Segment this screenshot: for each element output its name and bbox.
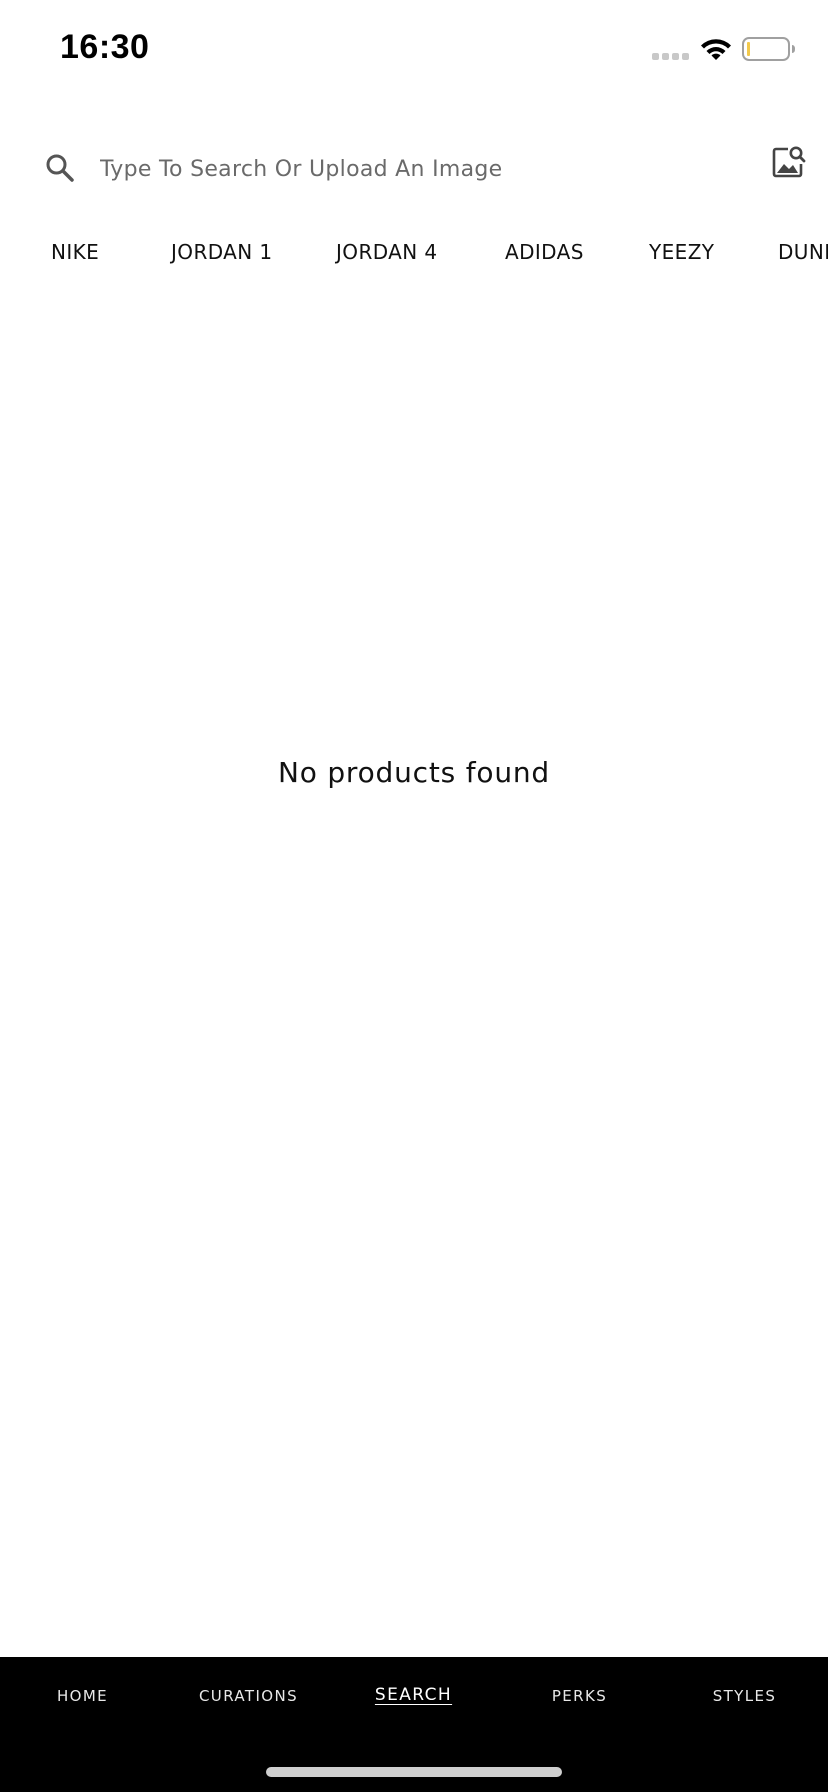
wifi-icon xyxy=(701,39,731,60)
search-icon[interactable] xyxy=(44,152,76,184)
empty-state-message: No products found xyxy=(277,756,550,789)
battery-icon xyxy=(742,37,795,61)
brand-chip-adidas[interactable]: ADIDAS xyxy=(505,240,584,264)
cellular-signal-icon xyxy=(652,53,689,60)
search-bar xyxy=(0,130,828,210)
image-search-icon[interactable] xyxy=(770,144,806,180)
status-time: 16:30 xyxy=(60,28,150,66)
tab-curations[interactable]: CURATIONS xyxy=(166,1687,331,1705)
home-indicator[interactable] xyxy=(266,1767,562,1777)
status-bar: 16:30 xyxy=(0,0,828,100)
bottom-tab-bar: HOME CURATIONS SEARCH PERKS STYLES xyxy=(0,1657,828,1792)
brand-chip-jordan-1[interactable]: JORDAN 1 xyxy=(171,240,273,264)
brand-chip-nike[interactable]: NIKE xyxy=(51,240,99,264)
brand-chip-jordan-4[interactable]: JORDAN 4 xyxy=(336,240,438,264)
tab-search[interactable]: SEARCH xyxy=(331,1685,496,1705)
brand-filter-strip: NIKE JORDAN 1 JORDAN 4 ADIDAS YEEZY DUNK xyxy=(0,234,828,274)
search-input[interactable] xyxy=(100,147,720,191)
tab-home[interactable]: HOME xyxy=(0,1687,165,1705)
brand-chip-yeezy[interactable]: YEEZY xyxy=(649,240,714,264)
tab-styles[interactable]: STYLES xyxy=(662,1687,827,1705)
tab-perks[interactable]: PERKS xyxy=(497,1687,662,1705)
brand-chip-dunk[interactable]: DUNK xyxy=(778,240,828,264)
